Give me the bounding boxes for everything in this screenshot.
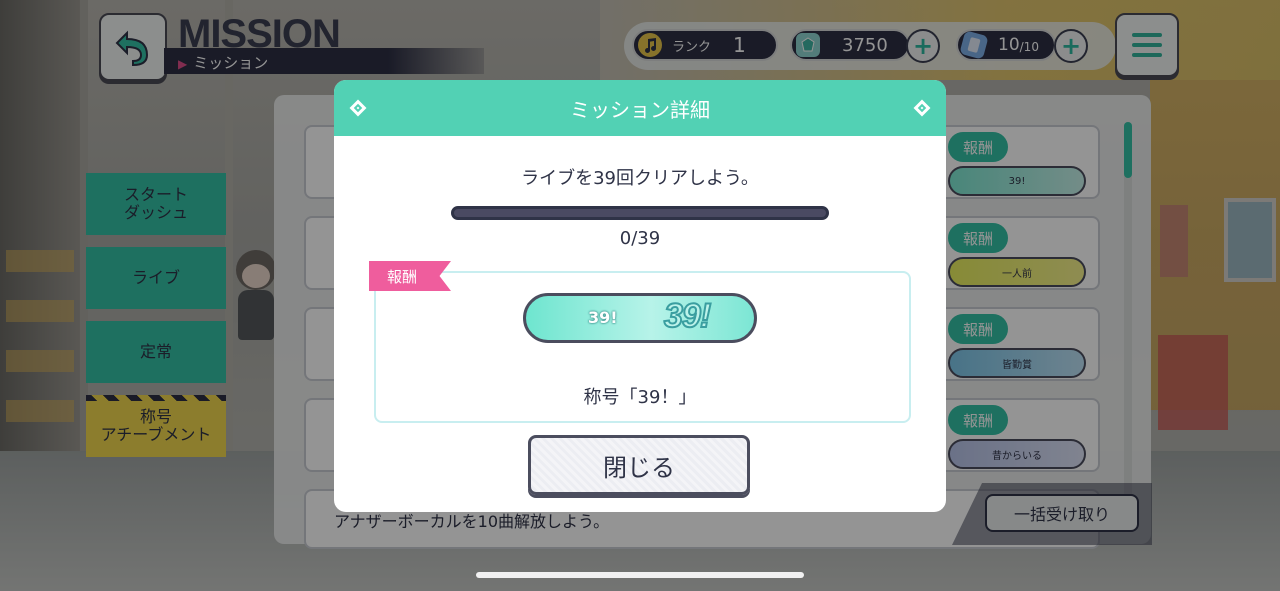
title-badge: 39! 39! xyxy=(523,293,757,343)
reward-flag: 報酬 xyxy=(369,261,451,291)
dialog-title: ミッション詳細 xyxy=(570,97,710,122)
reward-name: 称号「39！」 xyxy=(583,387,697,408)
title-badge-small-text: 39! xyxy=(588,308,618,327)
dialog-header: ミッション詳細 xyxy=(334,80,946,136)
close-button[interactable]: 閉じる xyxy=(528,435,750,495)
home-indicator[interactable] xyxy=(476,572,804,578)
title-badge-big-text: 39! xyxy=(663,296,712,336)
close-button-label: 閉じる xyxy=(603,453,675,482)
mission-detail-dialog: ミッション詳細 ライブを39回クリアしよう。 0/39 報酬 39! 39! 称… xyxy=(334,80,946,512)
mission-progress-text: 0/39 xyxy=(619,228,661,249)
mission-progress-bar xyxy=(451,206,829,220)
mission-description: ライブを39回クリアしよう。 xyxy=(521,168,759,189)
